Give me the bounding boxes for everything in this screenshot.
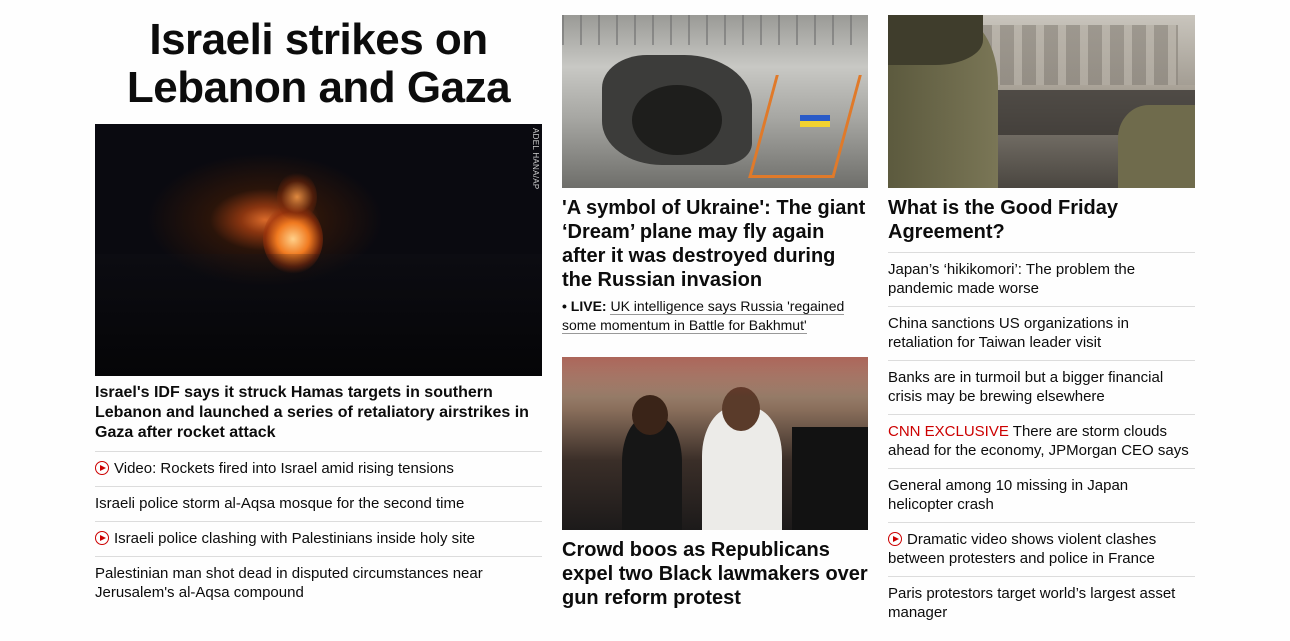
- headline-link[interactable]: Paris protestors target world’s largest …: [888, 585, 1175, 621]
- right-column: What is the Good Friday Agreement? Japan…: [888, 0, 1195, 630]
- headline-link[interactable]: Dramatic video shows violent clashes bet…: [888, 531, 1156, 567]
- list-item[interactable]: Paris protestors target world’s largest …: [888, 576, 1195, 630]
- list-item[interactable]: Israeli police clashing with Palestinian…: [95, 521, 542, 556]
- related-link[interactable]: Palestinian man shot dead in disputed ci…: [95, 565, 483, 601]
- list-item[interactable]: General among 10 missing in Japan helico…: [888, 468, 1195, 522]
- list-item[interactable]: CNN EXCLUSIVE There are storm clouds ahe…: [888, 414, 1195, 468]
- lead-story-image[interactable]: ADEL HANA/AP: [95, 124, 542, 376]
- exclusive-kicker: CNN EXCLUSIVE: [888, 423, 1009, 440]
- related-link[interactable]: Israeli police storm al-Aqsa mosque for …: [95, 495, 464, 512]
- live-update-link[interactable]: • LIVE: UK intelligence says Russia 'reg…: [562, 297, 868, 335]
- list-item[interactable]: Israeli police storm al-Aqsa mosque for …: [95, 486, 542, 521]
- plane-wreck-image[interactable]: [562, 15, 868, 188]
- ukraine-plane-headline[interactable]: 'A symbol of Ukraine': The giant ‘Dream’…: [562, 196, 868, 292]
- headline-link[interactable]: CNN EXCLUSIVE There are storm clouds ahe…: [888, 423, 1189, 459]
- list-item[interactable]: Dramatic video shows violent clashes bet…: [888, 522, 1195, 576]
- play-circle-icon: [888, 532, 902, 546]
- play-circle-icon: [95, 531, 109, 545]
- headline-link[interactable]: China sanctions US organizations in reta…: [888, 315, 1129, 351]
- middle-column: 'A symbol of Ukraine': The giant ‘Dream’…: [562, 0, 868, 610]
- good-friday-image[interactable]: [888, 15, 1195, 188]
- related-links-list: Video: Rockets fired into Israel amid ri…: [95, 451, 542, 610]
- headline-link[interactable]: Japan’s ‘hikikomori’: The problem the pa…: [888, 261, 1135, 297]
- lawmakers-headline[interactable]: Crowd boos as Republicans expel two Blac…: [562, 538, 868, 610]
- live-label: • LIVE:: [562, 298, 607, 314]
- headline-link[interactable]: General among 10 missing in Japan helico…: [888, 477, 1128, 513]
- lead-headline[interactable]: Israeli strikes on Lebanon and Gaza: [95, 16, 542, 112]
- photo-credit: ADEL HANA/AP: [531, 128, 540, 190]
- list-item[interactable]: Palestinian man shot dead in disputed ci…: [95, 556, 542, 610]
- more-headlines-list: Japan’s ‘hikikomori’: The problem the pa…: [888, 252, 1195, 630]
- list-item[interactable]: Video: Rockets fired into Israel amid ri…: [95, 451, 542, 486]
- headline-link[interactable]: Banks are in turmoil but a bigger financ…: [888, 369, 1163, 405]
- good-friday-headline[interactable]: What is the Good Friday Agreement?: [888, 196, 1195, 244]
- list-item[interactable]: Japan’s ‘hikikomori’: The problem the pa…: [888, 252, 1195, 306]
- list-item[interactable]: China sanctions US organizations in reta…: [888, 306, 1195, 360]
- lead-story-link[interactable]: Israel's IDF says it struck Hamas target…: [95, 383, 542, 443]
- related-link[interactable]: Video: Rockets fired into Israel amid ri…: [114, 460, 454, 477]
- lawmakers-crowd-image[interactable]: [562, 357, 868, 530]
- list-item[interactable]: Banks are in turmoil but a bigger financ…: [888, 360, 1195, 414]
- related-link[interactable]: Israeli police clashing with Palestinian…: [114, 530, 475, 547]
- lead-story-column: Israeli strikes on Lebanon and Gaza ADEL…: [95, 0, 542, 610]
- play-circle-icon: [95, 461, 109, 475]
